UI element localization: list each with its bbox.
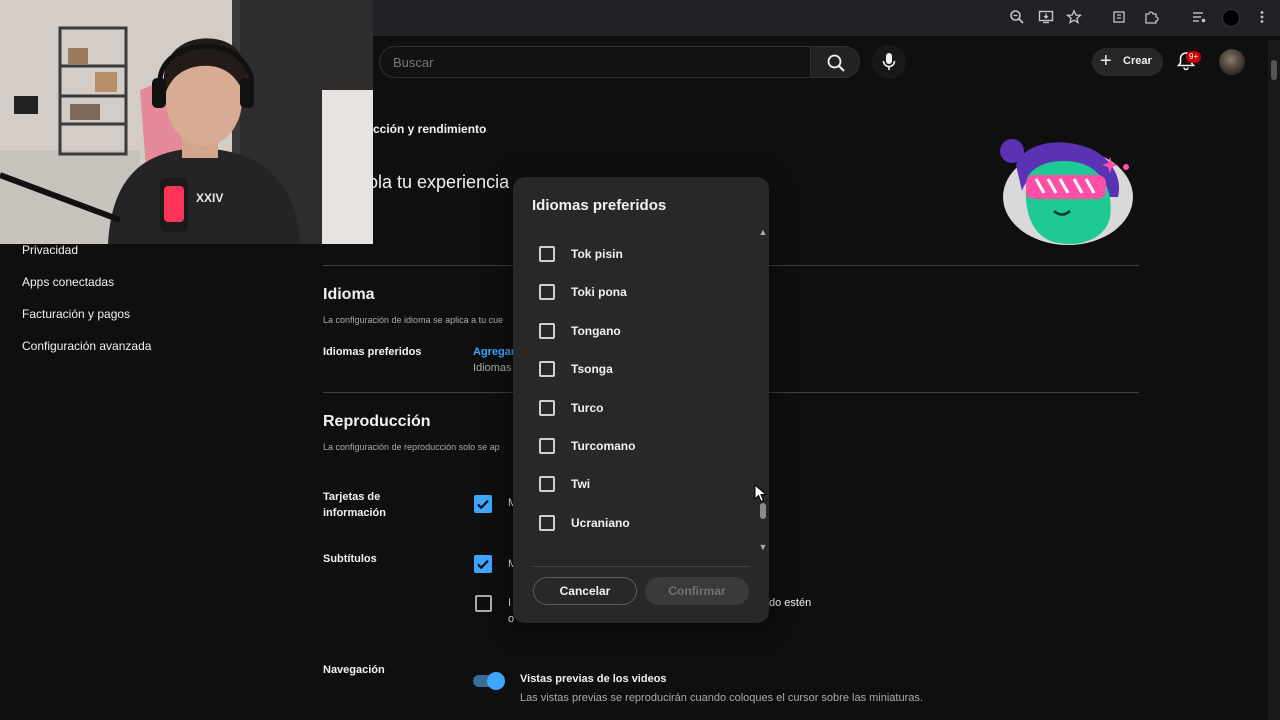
- add-language-link[interactable]: Agregar: [473, 346, 515, 358]
- playback-section-title: Reproducción: [323, 413, 431, 430]
- language-section-description: La configuración de idioma se aplica a t…: [323, 315, 504, 325]
- language-checkbox[interactable]: [539, 284, 555, 300]
- create-button[interactable]: + Crear: [1092, 48, 1163, 76]
- preferred-languages-label: Idiomas preferidos: [323, 346, 422, 358]
- auto-captions-text-tail: do estén: [769, 597, 812, 609]
- media-control-icon[interactable]: [1190, 9, 1208, 27]
- language-label: Turcomano: [571, 439, 636, 453]
- language-option[interactable]: Toki pona: [538, 278, 748, 306]
- language-label: Turco: [571, 401, 604, 415]
- language-checkbox[interactable]: [539, 476, 555, 492]
- language-option[interactable]: Tok pisin: [538, 240, 748, 268]
- language-option[interactable]: Tongano: [538, 317, 748, 345]
- language-label: Tok pisin: [571, 247, 623, 261]
- navigation-label: Navegación: [323, 664, 385, 676]
- install-app-icon[interactable]: [1037, 9, 1055, 27]
- dialog-divider: [533, 566, 749, 567]
- language-section-title: Idioma: [323, 286, 375, 303]
- extension-icon[interactable]: [1110, 9, 1128, 27]
- browser-menu-icon[interactable]: [1253, 9, 1271, 27]
- svg-text:XXIV: XXIV: [196, 191, 223, 205]
- subtitles-checkbox[interactable]: [474, 555, 492, 573]
- voice-search-button[interactable]: [872, 45, 906, 79]
- video-preview-toggle[interactable]: [473, 672, 505, 690]
- language-checkbox[interactable]: [539, 515, 555, 531]
- cancel-button-label: Cancelar: [559, 584, 611, 598]
- mouse-cursor-icon: [754, 484, 768, 503]
- zoom-icon[interactable]: [1008, 9, 1026, 27]
- language-option[interactable]: Turco: [538, 394, 748, 422]
- page-heading: ola tu experiencia: [368, 172, 510, 192]
- notification-badge: 9+: [1186, 51, 1202, 63]
- microphone-icon: [882, 53, 896, 70]
- language-checkbox[interactable]: [539, 323, 555, 339]
- search-button[interactable]: [810, 46, 860, 78]
- cancel-button[interactable]: Cancelar: [533, 577, 637, 605]
- language-checkbox[interactable]: [539, 400, 555, 416]
- auto-captions-text: I: [508, 597, 512, 609]
- checkmark-icon: [477, 559, 489, 570]
- puzzle-extensions-icon[interactable]: [1142, 9, 1160, 27]
- subtitles-label: Subtítulos: [323, 553, 377, 565]
- toggle-knob: [487, 672, 505, 690]
- account-avatar[interactable]: [1219, 49, 1245, 75]
- browser-profile-avatar[interactable]: [1222, 9, 1240, 27]
- sidebar-item-billing[interactable]: Facturación y pagos: [22, 307, 130, 321]
- confirm-button-label: Confirmar: [668, 584, 726, 598]
- playback-section-description: La configuración de reproducción solo se…: [323, 442, 500, 452]
- language-option[interactable]: Ucraniano: [538, 509, 748, 537]
- language-label: Tsonga: [571, 362, 613, 376]
- star-bookmark-icon[interactable]: [1065, 9, 1083, 27]
- search-icon: [827, 54, 845, 72]
- language-option[interactable]: Turcomano: [538, 432, 748, 460]
- language-label: Toki pona: [571, 285, 627, 299]
- create-label: Crear: [1123, 55, 1152, 67]
- confirm-button[interactable]: Confirmar: [645, 577, 749, 605]
- scroll-down-arrow-icon[interactable]: ▼: [757, 542, 769, 552]
- webcam-feed-image: XXIV: [0, 0, 373, 244]
- language-label: Ucraniano: [571, 516, 630, 530]
- language-option[interactable]: Twi: [538, 470, 748, 498]
- webcam-overlay: XXIV: [0, 0, 373, 244]
- language-checkbox[interactable]: [539, 246, 555, 262]
- search-input[interactable]: [393, 52, 793, 72]
- preferred-languages-value: Idiomas: [473, 362, 512, 374]
- sidebar-item-connected-apps[interactable]: Apps conectadas: [22, 275, 114, 289]
- breadcrumb: cción y rendimiento: [373, 122, 487, 136]
- sidebar-item-advanced[interactable]: Configuración avanzada: [22, 339, 151, 353]
- video-preview-title: Vistas previas de los videos: [520, 673, 667, 685]
- video-preview-description: Las vistas previas se reproducirán cuand…: [520, 692, 923, 704]
- sidebar-item-privacy[interactable]: Privacidad: [22, 243, 78, 257]
- checkmark-icon: [477, 499, 489, 510]
- language-option[interactable]: Tsonga: [538, 355, 748, 383]
- scroll-up-arrow-icon[interactable]: ▲: [757, 227, 769, 237]
- language-checkbox[interactable]: [539, 361, 555, 377]
- plus-icon: +: [1100, 50, 1112, 72]
- language-checkbox[interactable]: [539, 438, 555, 454]
- info-cards-label: Tarjetas de información: [323, 491, 386, 519]
- language-label: Tongano: [571, 324, 621, 338]
- dialog-scrollbar-thumb[interactable]: [760, 503, 766, 519]
- auto-captions-checkbox[interactable]: [475, 595, 492, 612]
- dialog-title: Idiomas preferidos: [532, 197, 667, 214]
- language-label: Twi: [571, 477, 591, 491]
- info-cards-checkbox[interactable]: [474, 495, 492, 513]
- page-scrollbar-thumb[interactable]: [1271, 60, 1277, 80]
- creator-illustration: [1000, 139, 1133, 245]
- page-scrollbar[interactable]: [1268, 40, 1280, 720]
